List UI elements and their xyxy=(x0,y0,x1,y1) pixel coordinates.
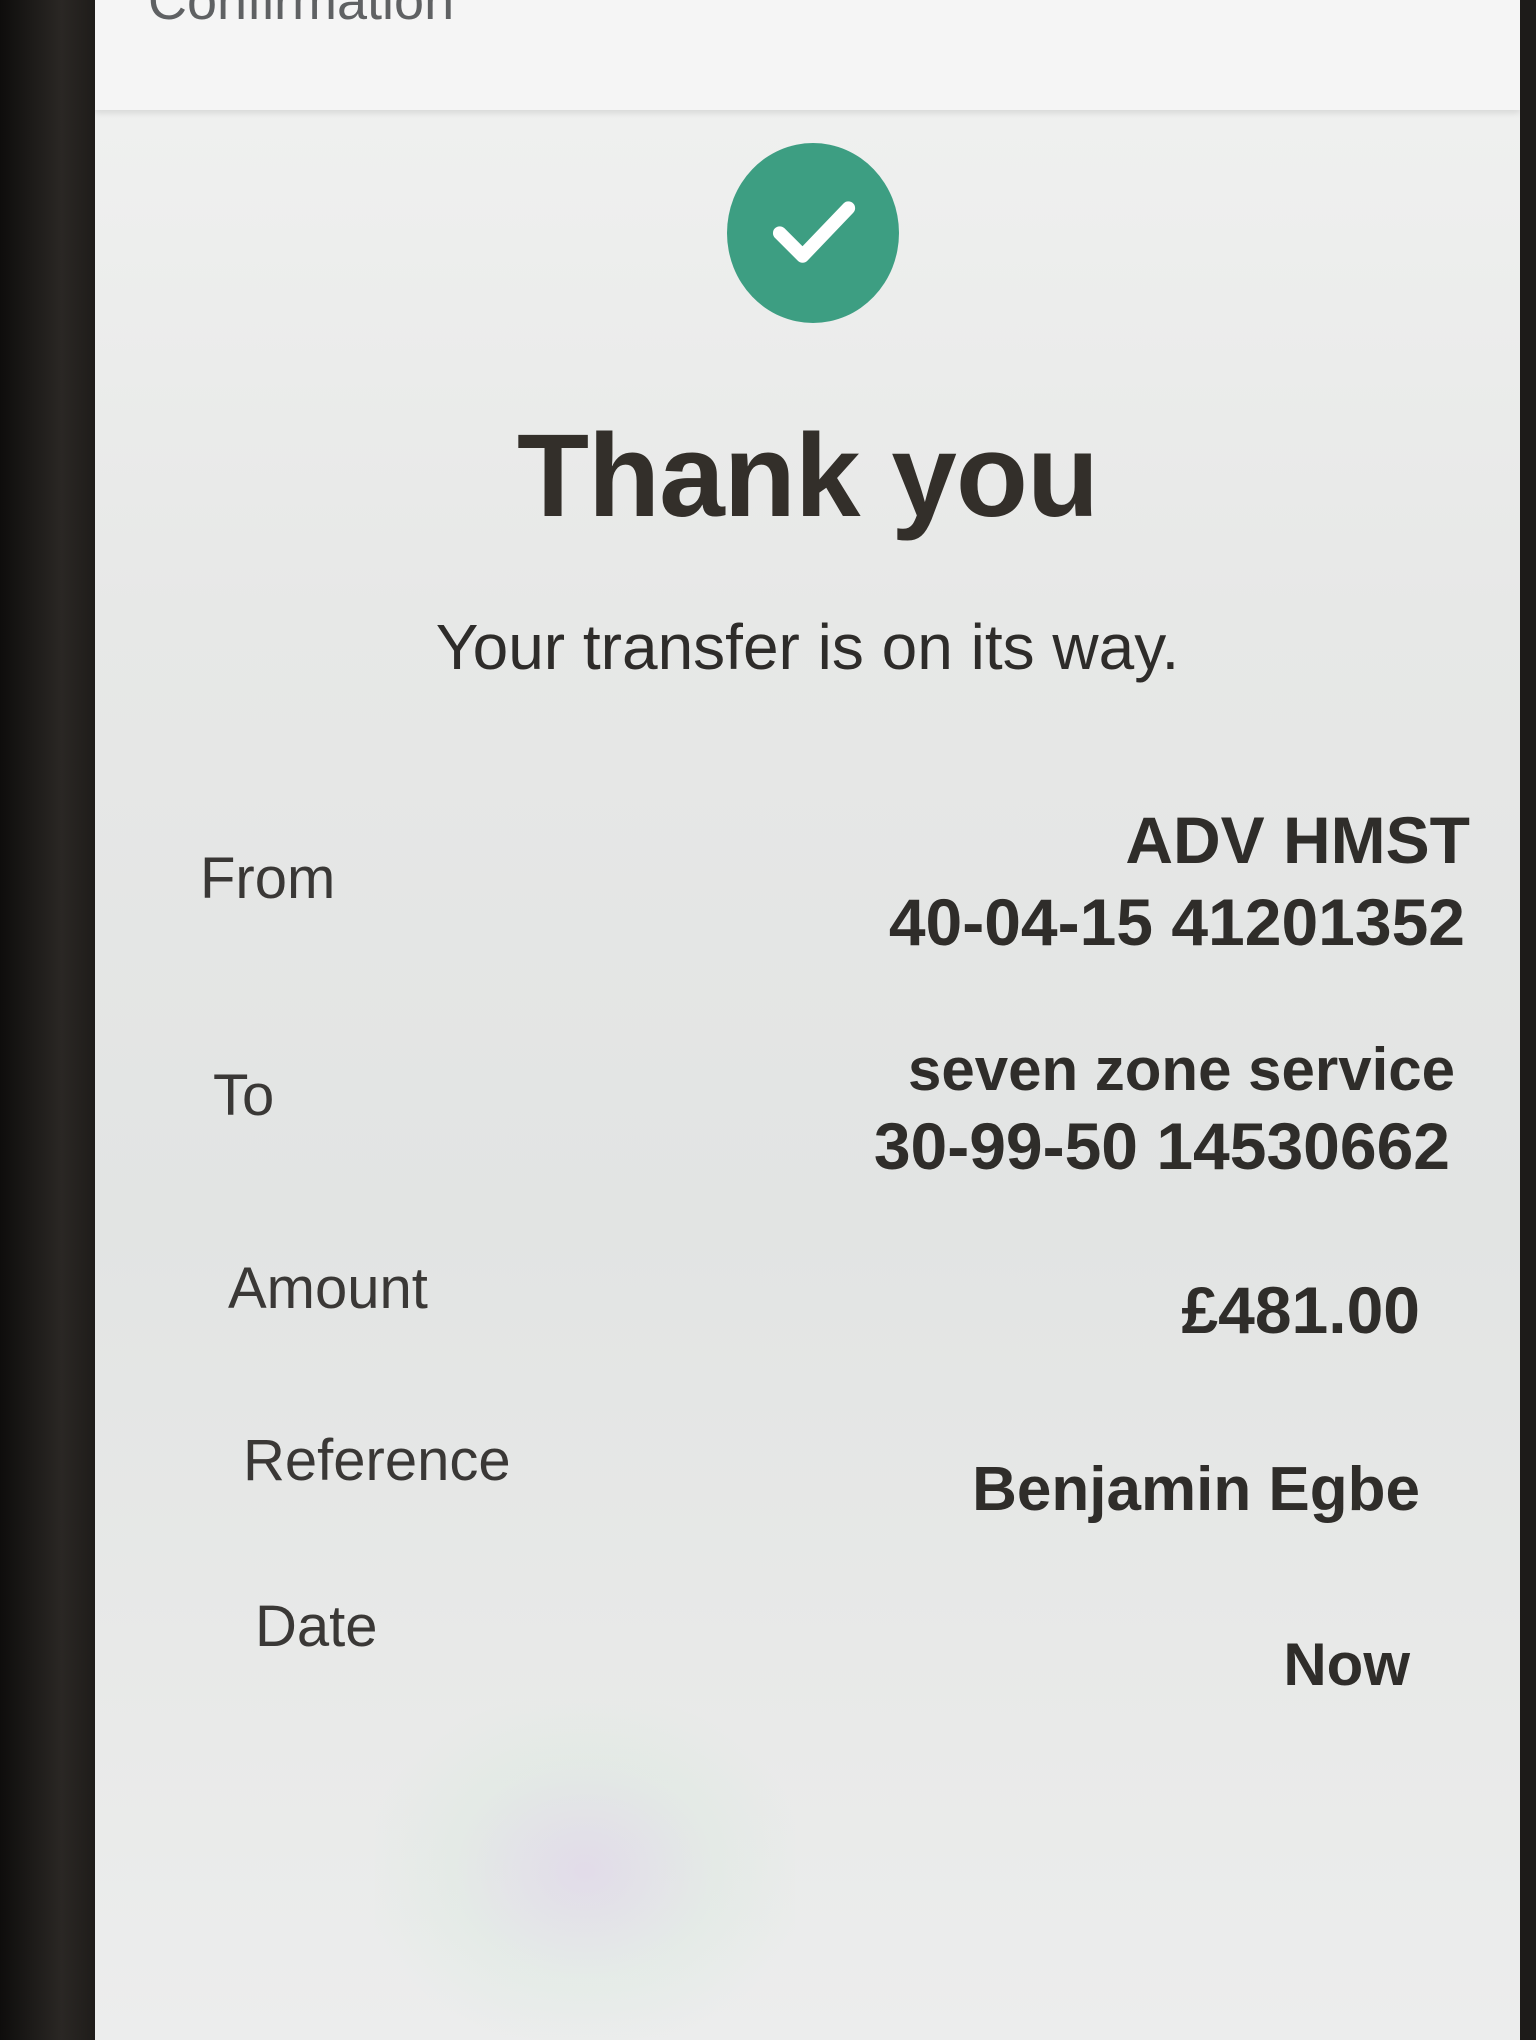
date-label: Date xyxy=(255,1594,378,1659)
app-header: Confirmation xyxy=(95,0,1520,110)
page-title: Confirmation xyxy=(148,0,455,31)
to-account-name: seven zone service xyxy=(907,1036,1455,1103)
checkmark-icon xyxy=(772,201,856,263)
date-value: Now xyxy=(1283,1631,1410,1698)
check-circle-icon xyxy=(727,143,899,323)
amount-value: £481.00 xyxy=(1181,1273,1420,1347)
thank-you-heading: Thank you xyxy=(516,410,1099,542)
reference-value: Benjamin Egbe xyxy=(972,1455,1420,1524)
to-label: To xyxy=(213,1063,275,1128)
to-account-number: 30-99-50 14530662 xyxy=(873,1109,1450,1183)
from-account-name: ADV HMST xyxy=(1125,803,1470,877)
reference-label: Reference xyxy=(243,1428,511,1493)
transfer-status-message: Your transfer is on its way. xyxy=(435,611,1180,683)
from-label: From xyxy=(200,846,336,911)
from-account-number: 40-04-15 41201352 xyxy=(888,885,1465,959)
amount-label: Amount xyxy=(228,1256,428,1321)
confirmation-screen: Confirmation Thank you Your transfer is … xyxy=(95,0,1520,2040)
